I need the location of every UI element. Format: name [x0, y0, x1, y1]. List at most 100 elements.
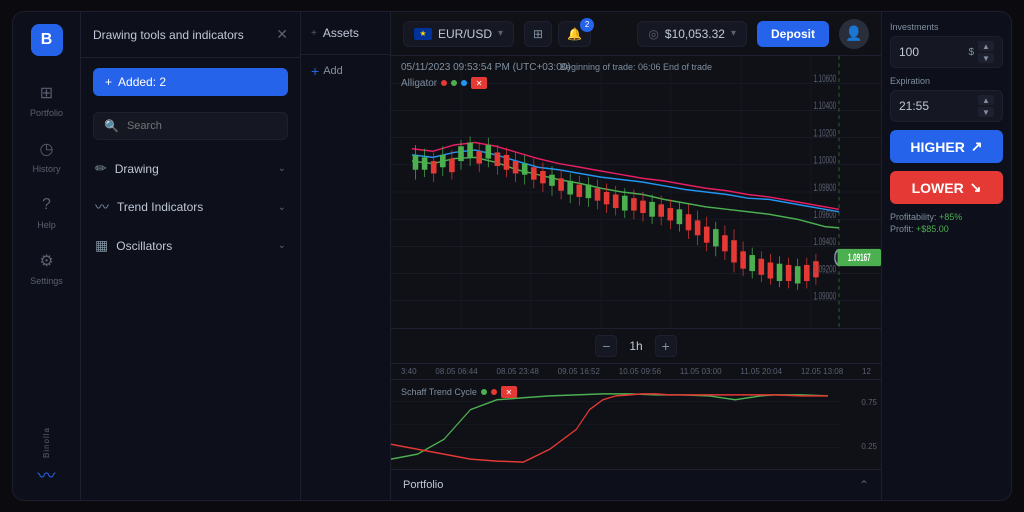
- sidebar-item-portfolio[interactable]: ⊞ Portfolio: [13, 72, 80, 128]
- category-oscillators[interactable]: ▦ Oscillators ⌄: [81, 227, 300, 264]
- profit-value: +$85.00: [916, 224, 949, 234]
- time-controls: − 1h +: [391, 328, 881, 364]
- oscillator-chart: [391, 380, 841, 469]
- investment-input: 100 $ ▲ ▼: [890, 36, 1003, 68]
- added-badge[interactable]: + Added: 2: [93, 68, 288, 96]
- profit-prefix: Profit:: [890, 224, 916, 234]
- dot-indicator-1: [441, 80, 447, 86]
- balance-chevron-icon: ▾: [731, 28, 736, 39]
- indicators-button[interactable]: ⊞: [524, 21, 552, 47]
- lower-arrow-icon: ↘: [970, 179, 982, 196]
- lower-button[interactable]: LOWER ↘: [890, 171, 1003, 204]
- deposit-button[interactable]: Deposit: [757, 21, 829, 47]
- higher-arrow-icon: ↗: [971, 138, 983, 155]
- expiration-section: Expiration 21:55 ▲ ▼: [890, 76, 1003, 122]
- time-tick-6: 11.05 03:00: [680, 367, 722, 376]
- right-panel: Investments 100 $ ▲ ▼ Expiration 21:55 ▲…: [881, 12, 1011, 500]
- eu-flag: ★: [414, 28, 432, 40]
- investments-section: Investments 100 $ ▲ ▼: [890, 22, 1003, 68]
- expiration-up-button[interactable]: ▲: [978, 95, 994, 105]
- expiration-stepper: ▲ ▼: [978, 95, 994, 117]
- trend-label: Trend Indicators: [117, 200, 203, 214]
- sidebar-item-history[interactable]: ◷ History: [13, 128, 80, 184]
- alligator-close[interactable]: ✕: [471, 77, 487, 89]
- time-tick-8: 12.05 13:08: [801, 367, 843, 376]
- assets-add-button[interactable]: + Add: [301, 55, 390, 87]
- chart-info-bar: 05/11/2023 09:53:54 PM (UTC+03:00) Allig…: [401, 62, 571, 89]
- chart-date: 05/11/2023 09:53:54 PM (UTC+03:00): [401, 62, 571, 73]
- osc-label-25: 0.25: [847, 442, 877, 451]
- binolla-text: Binolla: [42, 427, 51, 458]
- svg-text:1.09000: 1.09000: [813, 290, 836, 302]
- oscillator-section: Schaff Trend Cycle ✕ 0.75 0.25: [391, 380, 881, 470]
- add-icon: +: [311, 63, 319, 79]
- balance-amount: $10,053.32: [665, 27, 725, 41]
- chevron-down-icon: ⌄: [278, 163, 286, 174]
- time-increase-button[interactable]: +: [655, 335, 677, 357]
- category-trend[interactable]: 〰 Trend Indicators ⌄: [81, 187, 300, 227]
- main-chart-area: ★ EUR/USD ▾ ⊞ 🔔 2 ◎ $10,053.32 ▾ Deposit…: [391, 12, 881, 500]
- svg-text:1.09600: 1.09600: [813, 208, 836, 220]
- time-decrease-button[interactable]: −: [595, 335, 617, 357]
- category-drawing[interactable]: ✏ Drawing ⌄: [81, 150, 300, 187]
- pair-chevron-icon: ▾: [498, 28, 503, 39]
- svg-text:1.09167: 1.09167: [848, 251, 871, 263]
- dot-indicator-3: [461, 80, 467, 86]
- svg-text:1.09200: 1.09200: [813, 263, 836, 275]
- expiry-time: 21:55: [899, 99, 929, 113]
- currency-pair-selector[interactable]: ★ EUR/USD ▾: [403, 21, 514, 47]
- portfolio-label: Portfolio: [403, 479, 443, 491]
- balance-display[interactable]: ◎ $10,053.32 ▾: [637, 21, 747, 47]
- profitability-row: Profitability: +85%: [890, 212, 1003, 222]
- history-icon: ◷: [36, 138, 58, 160]
- notifications-button[interactable]: 🔔 2: [558, 21, 591, 47]
- sidebar-item-help[interactable]: ? Help: [13, 184, 80, 240]
- profit-row: Profit: +$85.00: [890, 224, 1003, 234]
- expiration-down-button[interactable]: ▼: [978, 107, 994, 117]
- assets-plus-icon: +: [311, 28, 317, 39]
- panel-title: Drawing tools and indicators: [93, 28, 244, 42]
- time-tick-9: 12: [862, 367, 871, 376]
- time-tick-4: 09.05 16:52: [558, 367, 600, 376]
- notification-badge: 2: [580, 18, 594, 32]
- chart-header: ★ EUR/USD ▾ ⊞ 🔔 2 ◎ $10,053.32 ▾ Deposit…: [391, 12, 881, 56]
- trade-info: Beginning of trade: 06:06 End of trade: [560, 62, 712, 72]
- wallet-icon: ◎: [648, 27, 658, 41]
- sidebar-item-settings[interactable]: ⚙ Settings: [13, 240, 80, 296]
- trend-icon: 〰: [95, 197, 109, 217]
- avatar[interactable]: 👤: [839, 19, 869, 49]
- drawing-icon: ✏: [95, 160, 107, 177]
- oscillator-icon: ▦: [95, 237, 108, 254]
- investment-down-button[interactable]: ▼: [978, 53, 994, 63]
- portfolio-bar[interactable]: Portfolio ⌃: [391, 470, 881, 500]
- panel-header: Drawing tools and indicators ✕: [81, 12, 300, 58]
- drawing-tools-panel: Drawing tools and indicators ✕ + Added: …: [81, 12, 301, 500]
- history-label: History: [32, 164, 60, 174]
- chevron-down-icon-trend: ⌄: [278, 202, 286, 213]
- svg-text:1.10400: 1.10400: [813, 99, 836, 111]
- investment-up-button[interactable]: ▲: [978, 41, 994, 51]
- svg-text:1.09400: 1.09400: [813, 235, 836, 247]
- binolla-icon: 〰: [38, 462, 56, 488]
- binolla-brand: Binolla 〰: [38, 427, 56, 488]
- assets-panel: + Assets + Add: [301, 12, 391, 500]
- higher-button[interactable]: HIGHER ↗: [890, 130, 1003, 163]
- settings-label: Settings: [30, 276, 63, 286]
- svg-text:1.10000: 1.10000: [813, 154, 836, 166]
- chevron-down-icon-osc: ⌄: [278, 240, 286, 251]
- search-icon: 🔍: [104, 119, 119, 133]
- assets-title: Assets: [323, 26, 359, 40]
- alligator-indicator: Alligator ✕: [401, 77, 571, 89]
- close-icon[interactable]: ✕: [276, 26, 288, 43]
- search-input[interactable]: [127, 120, 277, 132]
- left-navigation: B ⊞ Portfolio ◷ History ? Help ⚙ Setting…: [13, 12, 81, 500]
- settings-icon: ⚙: [36, 250, 58, 272]
- oscillator-axis: 0.75 0.25: [847, 380, 877, 469]
- portfolio-chevron-icon: ⌃: [859, 478, 869, 492]
- profitability-section: Profitability: +85% Profit: +$85.00: [890, 212, 1003, 234]
- search-box[interactable]: 🔍: [93, 112, 288, 140]
- candlestick-chart: 1.10600 1.10400 1.10200 1.10000 1.09800 …: [391, 56, 881, 328]
- drawing-label: Drawing: [115, 162, 159, 176]
- svg-text:1.10200: 1.10200: [813, 127, 836, 139]
- portfolio-label: Portfolio: [30, 108, 63, 118]
